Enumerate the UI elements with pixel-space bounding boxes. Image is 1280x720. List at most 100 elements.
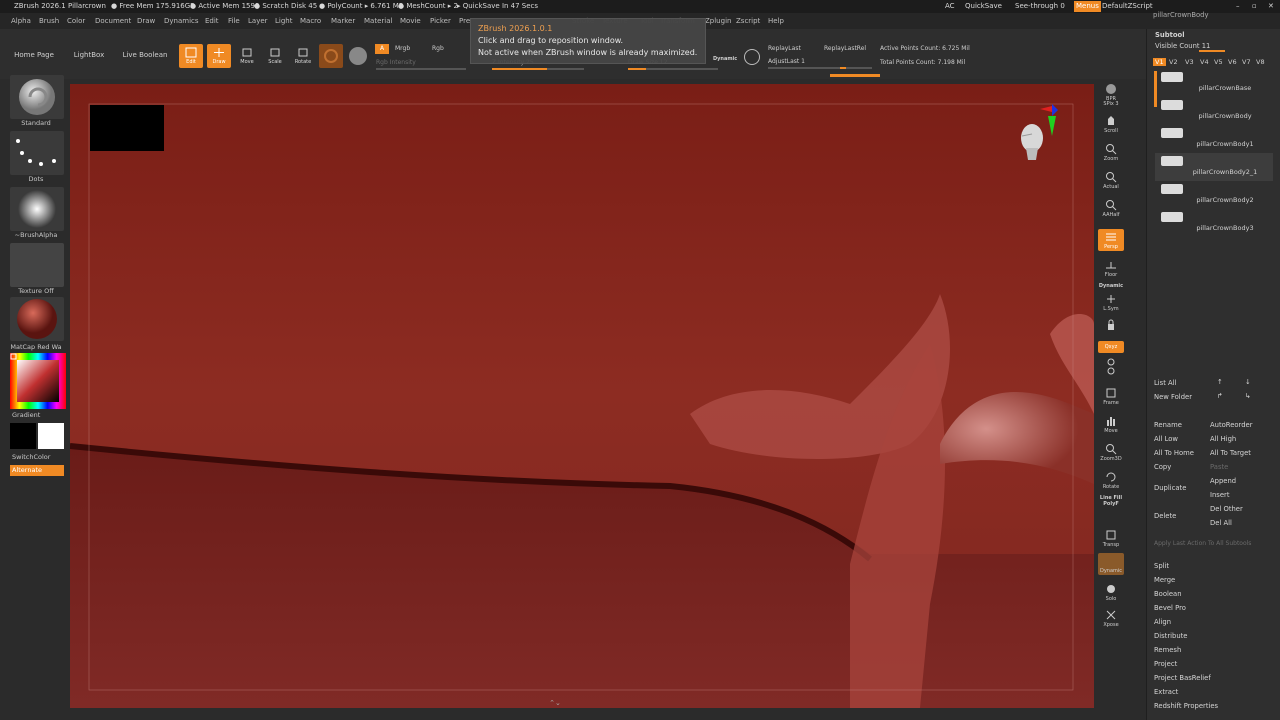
transp-button[interactable]: Transp bbox=[1098, 527, 1124, 549]
scroll-button[interactable]: Scroll bbox=[1098, 113, 1124, 135]
bottom-tray-toggle-icon[interactable]: ⌃⌄ bbox=[545, 699, 565, 707]
actual-button[interactable]: Actual bbox=[1098, 169, 1124, 191]
ac-button[interactable]: AC bbox=[945, 0, 955, 13]
append-button[interactable]: Append bbox=[1210, 477, 1236, 485]
frame-button[interactable]: Frame bbox=[1098, 385, 1124, 407]
tab-v2[interactable]: V2 bbox=[1169, 58, 1178, 66]
draw-button[interactable]: Draw bbox=[207, 44, 231, 68]
menu-color[interactable]: Color bbox=[67, 13, 85, 29]
section-remesh[interactable]: Remesh bbox=[1154, 646, 1181, 654]
dynamic-button[interactable]: Dynamic bbox=[1098, 279, 1124, 291]
section-boolean[interactable]: Boolean bbox=[1154, 590, 1182, 598]
edit-button[interactable]: Edit bbox=[179, 44, 203, 68]
tab-v8[interactable]: V8 bbox=[1256, 58, 1265, 66]
section-project[interactable]: Project bbox=[1154, 660, 1177, 668]
menu-dynamics[interactable]: Dynamics bbox=[164, 13, 199, 29]
del-all-button[interactable]: Del All bbox=[1210, 519, 1232, 527]
delete-button[interactable]: Delete bbox=[1154, 512, 1176, 520]
all-to-target-button[interactable]: All To Target bbox=[1210, 449, 1251, 457]
xyz-symmetry-button[interactable]: Qxyz bbox=[1098, 341, 1124, 353]
autoreorder-button[interactable]: AutoReorder bbox=[1210, 421, 1253, 429]
tab-v7[interactable]: V7 bbox=[1242, 58, 1251, 66]
insert-button[interactable]: Insert bbox=[1210, 491, 1230, 499]
alpha-thumbnail[interactable] bbox=[10, 187, 64, 231]
canvas-viewport[interactable]: ⌃⌄ bbox=[70, 84, 1094, 708]
tab-v3[interactable]: V3 bbox=[1185, 58, 1194, 66]
see-through-slider[interactable]: See-through 0 bbox=[1015, 0, 1065, 13]
tab-v4[interactable]: V4 bbox=[1200, 58, 1209, 66]
lock-button[interactable] bbox=[1098, 317, 1124, 339]
move-view-button[interactable]: Move bbox=[1098, 413, 1124, 435]
line-fill-polyf-button[interactable]: Line Fill PolyF bbox=[1098, 495, 1124, 523]
menu-draw[interactable]: Draw bbox=[137, 13, 155, 29]
menu-edit[interactable]: Edit bbox=[205, 13, 219, 29]
menu-document[interactable]: Document bbox=[95, 13, 131, 29]
folder-out-icon[interactable]: ↳ bbox=[1245, 392, 1251, 400]
lightbox-button[interactable]: LightBox bbox=[68, 49, 110, 61]
tab-v6[interactable]: V6 bbox=[1228, 58, 1237, 66]
move-button[interactable]: Move bbox=[235, 44, 259, 68]
maximize-icon[interactable]: ▫ bbox=[1252, 0, 1257, 13]
section-distribute[interactable]: Distribute bbox=[1154, 632, 1187, 640]
copy-button[interactable]: Copy bbox=[1154, 463, 1171, 471]
rotation-axis-icons[interactable] bbox=[1098, 355, 1124, 379]
menu-marker[interactable]: Marker bbox=[331, 13, 355, 29]
all-high-button[interactable]: All High bbox=[1210, 435, 1236, 443]
rotate-button[interactable]: Rotate bbox=[291, 44, 315, 68]
list-all-button[interactable]: List All bbox=[1154, 379, 1176, 387]
new-folder-button[interactable]: New Folder bbox=[1154, 393, 1192, 401]
spix-slider[interactable]: SPix 3 bbox=[1098, 95, 1124, 109]
menu-alpha[interactable]: Alpha bbox=[11, 13, 31, 29]
xpose-button[interactable]: Xpose bbox=[1098, 607, 1124, 629]
adjust-last-slider[interactable]: AdjustLast 1 bbox=[768, 58, 805, 65]
rename-button[interactable]: Rename bbox=[1154, 421, 1182, 429]
subtool-item[interactable]: pillarCrownBody3 bbox=[1155, 209, 1273, 237]
section-split[interactable]: Split bbox=[1154, 562, 1169, 570]
menu-light[interactable]: Light bbox=[275, 13, 292, 29]
menu-picker[interactable]: Picker bbox=[430, 13, 451, 29]
tab-v1[interactable]: V1 bbox=[1153, 58, 1166, 66]
zoom-button[interactable]: Zoom bbox=[1098, 141, 1124, 163]
section-redshift-properties[interactable]: Redshift Properties bbox=[1154, 702, 1218, 710]
section-extract[interactable]: Extract bbox=[1154, 688, 1178, 696]
dynamic-toggle[interactable]: Dynamic bbox=[713, 56, 737, 62]
menu-layer[interactable]: Layer bbox=[248, 13, 268, 29]
move-down-icon[interactable]: ↓ bbox=[1245, 378, 1251, 386]
replay-last-rel-button[interactable]: ReplayLastRel bbox=[824, 45, 866, 52]
rgb-button[interactable]: Rgb bbox=[432, 45, 444, 52]
color-picker[interactable] bbox=[10, 353, 66, 409]
subtool-item[interactable]: pillarCrownBody2 bbox=[1155, 181, 1273, 209]
menu-help[interactable]: Help bbox=[768, 13, 784, 29]
del-other-button[interactable]: Del Other bbox=[1210, 505, 1243, 513]
material-thumbnail[interactable] bbox=[10, 297, 64, 341]
menu-preferences[interactable]: Pre bbox=[459, 13, 470, 29]
default-zscript-button[interactable]: DefaultZScript bbox=[1102, 0, 1153, 13]
primary-color-swatch[interactable] bbox=[38, 423, 64, 449]
menu-material[interactable]: Material bbox=[364, 13, 392, 29]
all-low-button[interactable]: All Low bbox=[1154, 435, 1178, 443]
rotate-view-button[interactable]: Rotate bbox=[1098, 469, 1124, 491]
subtool-item[interactable]: pillarCrownBase bbox=[1155, 69, 1273, 97]
secondary-color-swatch[interactable] bbox=[10, 423, 36, 449]
subtool-header[interactable]: Subtool bbox=[1155, 31, 1185, 39]
floor-button[interactable]: Floor bbox=[1098, 257, 1124, 279]
subtool-item[interactable]: pillarCrownBody bbox=[1155, 97, 1273, 125]
close-icon[interactable]: ✕ bbox=[1268, 0, 1274, 13]
focal-shift-icon[interactable] bbox=[744, 49, 760, 65]
alternate-button[interactable]: Alternate bbox=[10, 465, 64, 476]
minimize-icon[interactable]: – bbox=[1236, 0, 1240, 13]
rgb-intensity-slider[interactable]: Rgb Intensity bbox=[376, 59, 416, 66]
axis-gizmo-icon[interactable] bbox=[1038, 102, 1062, 138]
menu-file[interactable]: File bbox=[228, 13, 240, 29]
visible-count-slider[interactable]: Visible Count 11 bbox=[1155, 42, 1210, 50]
aahalf-button[interactable]: AAHalf bbox=[1098, 197, 1124, 219]
menu-movie[interactable]: Movie bbox=[400, 13, 421, 29]
texture-thumbnail[interactable] bbox=[10, 243, 64, 287]
menu-zplugin[interactable]: Zplugin bbox=[705, 13, 731, 29]
section-merge[interactable]: Merge bbox=[1154, 576, 1175, 584]
lsym-button[interactable]: L.Sym bbox=[1098, 291, 1124, 313]
section-align[interactable]: Align bbox=[1154, 618, 1171, 626]
scale-button[interactable]: Scale bbox=[263, 44, 287, 68]
live-boolean-button[interactable]: Live Boolean bbox=[118, 49, 172, 61]
menus-button[interactable]: Menus bbox=[1074, 1, 1101, 12]
